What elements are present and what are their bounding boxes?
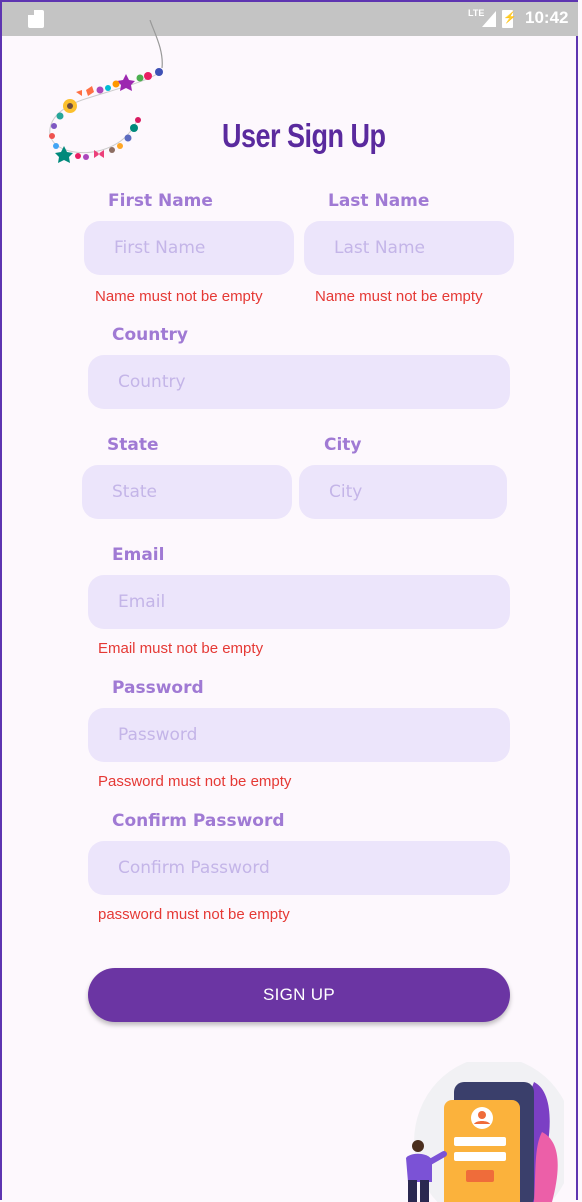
email-input[interactable] (116, 591, 510, 613)
last-name-error: Name must not be empty (315, 288, 483, 305)
password-field[interactable] (88, 708, 510, 762)
first-name-error: Name must not be empty (95, 288, 263, 305)
phone-illustration-icon (406, 1062, 564, 1202)
battery-icon (502, 10, 517, 28)
country-input[interactable] (116, 371, 510, 393)
last-name-label: Last Name (328, 191, 430, 211)
email-error: Email must not be empty (98, 640, 264, 657)
confirm-password-field[interactable] (88, 841, 510, 895)
signal-icon (482, 11, 496, 27)
state-label: State (107, 435, 159, 455)
confirm-password-label: Confirm Password (112, 811, 285, 831)
status-time: 10:42 (525, 8, 569, 27)
page-title: User Sign Up (222, 117, 386, 155)
email-field[interactable] (88, 575, 510, 629)
first-name-input[interactable] (112, 237, 294, 259)
confirm-password-error: password must not be empty (98, 906, 290, 923)
state-input[interactable] (110, 481, 292, 503)
email-label: Email (112, 545, 165, 565)
city-input[interactable] (327, 481, 507, 503)
first-name-label: First Name (108, 191, 213, 211)
last-name-input[interactable] (332, 237, 514, 259)
city-field[interactable] (299, 465, 507, 519)
sign-up-button[interactable]: SIGN UP (88, 968, 510, 1022)
password-label: Password (112, 678, 204, 698)
last-name-field[interactable] (304, 221, 514, 275)
password-input[interactable] (116, 724, 510, 746)
first-name-field[interactable] (84, 221, 294, 275)
country-label: Country (112, 325, 188, 345)
country-field[interactable] (88, 355, 510, 409)
confirm-password-input[interactable] (116, 857, 510, 879)
bracelet-decoration-icon (49, 20, 163, 163)
city-label: City (324, 435, 362, 455)
password-error: Password must not be empty (98, 773, 292, 790)
state-field[interactable] (82, 465, 292, 519)
